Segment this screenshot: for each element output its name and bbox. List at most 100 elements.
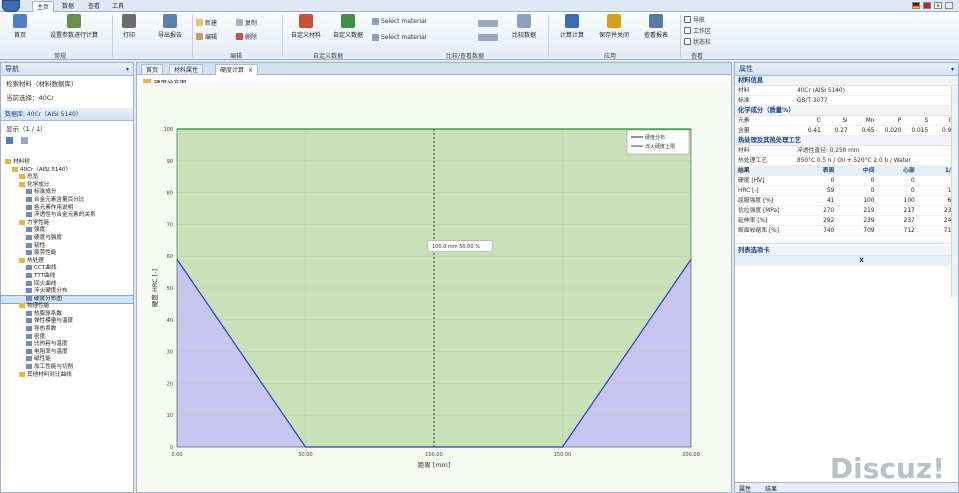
pin-icon[interactable]: ▾: [126, 63, 129, 76]
tree-node[interactable]: 比热容与温度: [1, 341, 133, 349]
cell: 100: [863, 198, 875, 204]
tree-node[interactable]: 40Cr（AISI 5140）: [1, 166, 133, 175]
tree-node-label: 40Cr（AISI 5140）: [20, 166, 72, 173]
report-button[interactable]: 查看报表: [636, 14, 676, 39]
flag-jp-icon[interactable]: [934, 2, 942, 9]
properties-scrollbar[interactable]: [951, 87, 958, 297]
tree-node[interactable]: 导热系数: [1, 326, 133, 334]
settings-icon: [67, 14, 81, 28]
tree-node[interactable]: 总览: [1, 174, 133, 182]
tree-node[interactable]: 弹性模量与温度: [1, 318, 133, 326]
compare-button[interactable]: 比较数据: [506, 14, 542, 39]
cell: P: [897, 118, 902, 124]
cell: 292: [823, 218, 835, 224]
tree-node[interactable]: 淬火硬度分布: [1, 288, 133, 296]
tree-node-label: 韧性: [34, 242, 46, 249]
tree-node[interactable]: 化学成分: [1, 181, 133, 190]
curve-icon: [26, 310, 32, 316]
x-tick-label: 200.00: [682, 452, 700, 458]
tree-node[interactable]: CCT曲线: [1, 265, 133, 273]
compare-toggle-2[interactable]: [478, 34, 498, 41]
copy-item-button[interactable]: 复制: [236, 18, 257, 27]
cell: C: [816, 118, 821, 124]
tab-properties[interactable]: 属性: [739, 484, 751, 493]
tree-node-label: 热膨胀系数: [34, 310, 62, 317]
tab-data[interactable]: 数据: [58, 1, 78, 12]
tab-hardness-calc[interactable]: 硬度计算 ×: [215, 64, 259, 75]
curve-icon: [26, 341, 32, 347]
search-info[interactable]: 检索材料（材料数据库）: [1, 76, 133, 90]
tree-node-label: 弹性模量与温度: [34, 318, 74, 325]
language-flags: [912, 2, 953, 9]
tree-node[interactable]: 硬度分布图: [0, 294, 134, 305]
filter-icon[interactable]: [21, 137, 28, 144]
tree-node[interactable]: 标准成分: [1, 189, 133, 197]
tree-node[interactable]: 材料树: [1, 159, 133, 167]
tree-node[interactable]: 强度: [1, 227, 133, 235]
heat-treatment-section: 热处理及其热处理工艺: [735, 136, 958, 146]
legend-label: 硬度分布: [645, 134, 665, 141]
tree-node[interactable]: 热处理: [1, 257, 133, 266]
x-tick-label: 0.00: [171, 452, 182, 458]
home-button[interactable]: 首页: [8, 14, 32, 39]
nav-pane-toggle[interactable]: 导航: [684, 15, 705, 24]
splitter[interactable]: [735, 236, 958, 244]
delete-item-button[interactable]: 删除: [236, 32, 257, 41]
tree-node-label: 疲劳性能: [34, 250, 57, 257]
workspace-toggle[interactable]: 工作区: [684, 26, 711, 35]
tree-node[interactable]: 疲劳性能: [1, 250, 133, 258]
tree-node[interactable]: 硬度与强度: [1, 234, 133, 243]
tab-tools[interactable]: 工具: [108, 1, 128, 12]
tab-material-props[interactable]: 材料属性: [169, 64, 204, 75]
params-button[interactable]: 设置参数进行计算: [42, 14, 106, 39]
y-tick-label: 70: [167, 222, 173, 228]
tab-results[interactable]: 结果: [765, 484, 777, 493]
hardness-chart[interactable]: 0 10 20 30 40 50 60 70 80 90 100 0.00 50.00 100.00 150…: [137, 77, 731, 492]
tree-node[interactable]: 合金元素含量百分比: [1, 196, 133, 205]
chart-icon[interactable]: [6, 137, 13, 144]
tree-node[interactable]: 淬透性与合金元素的关系: [1, 212, 133, 220]
row-key: 材料: [738, 148, 750, 154]
cell: 217: [903, 208, 915, 214]
compare-icon: [517, 14, 531, 28]
window-controls[interactable]: [945, 2, 953, 9]
save-results-button[interactable]: 保存并关闭: [594, 14, 634, 39]
row-key: 抗拉强度 [MPa]: [738, 208, 780, 214]
customize-button[interactable]: 自定义材料: [284, 14, 328, 39]
library-button[interactable]: 自定义数据: [328, 14, 368, 39]
tree-toolbar[interactable]: 显示（1 / 1）: [1, 121, 133, 135]
close-tab-icon[interactable]: ×: [248, 67, 253, 74]
material-tree: 材料树 40Cr（AISI 5140） 总览 化学成分 标准成分 合金元素含量百分比 各元素…: [0, 159, 134, 380]
tree-node[interactable]: 加工性能与切削: [1, 364, 133, 372]
calc-button[interactable]: 计算计算: [552, 14, 592, 39]
tree-node[interactable]: 其他材料对比曲线: [1, 371, 133, 380]
statusbar-toggle[interactable]: 状态栏: [684, 37, 711, 46]
tab-home-doc[interactable]: 首页: [141, 64, 164, 75]
chemical-section: 化学成分（质量%）: [735, 106, 958, 116]
select-material-1[interactable]: Select material: [372, 18, 426, 25]
tree-node-label: 合金元素含量百分比: [34, 196, 85, 203]
tab-view[interactable]: 查看: [84, 1, 104, 12]
compare-toggle-1[interactable]: [478, 20, 498, 27]
tree-node[interactable]: 电阻率与温度: [1, 348, 133, 357]
application-menu-button[interactable]: [2, 0, 20, 12]
tab-home[interactable]: 主页: [32, 1, 55, 12]
new-item-button[interactable]: 新建: [196, 18, 217, 27]
tree-node[interactable]: 回火曲线: [1, 280, 133, 289]
pin-icon[interactable]: ▾: [951, 63, 954, 76]
print-button[interactable]: 打印: [116, 14, 142, 39]
row-key: 结果: [738, 168, 750, 174]
cell: 0: [870, 188, 875, 194]
edit-item-button[interactable]: 编辑: [196, 32, 217, 41]
export-button[interactable]: 导出报告: [150, 14, 190, 39]
tree-node[interactable]: 韧性: [1, 242, 133, 251]
flag-cn-icon[interactable]: [923, 2, 931, 9]
y-tick-label: 30: [167, 350, 173, 356]
group-label-general: 常规: [53, 53, 66, 60]
tree-node[interactable]: 磁性能: [1, 356, 133, 364]
tree-node[interactable]: 力学性能: [1, 219, 133, 228]
tree-node[interactable]: 物理性能: [1, 303, 133, 311]
select-material-2[interactable]: Select material: [372, 34, 426, 41]
tree-node[interactable]: TTT曲线: [1, 272, 133, 281]
flag-de-icon[interactable]: [912, 2, 920, 9]
